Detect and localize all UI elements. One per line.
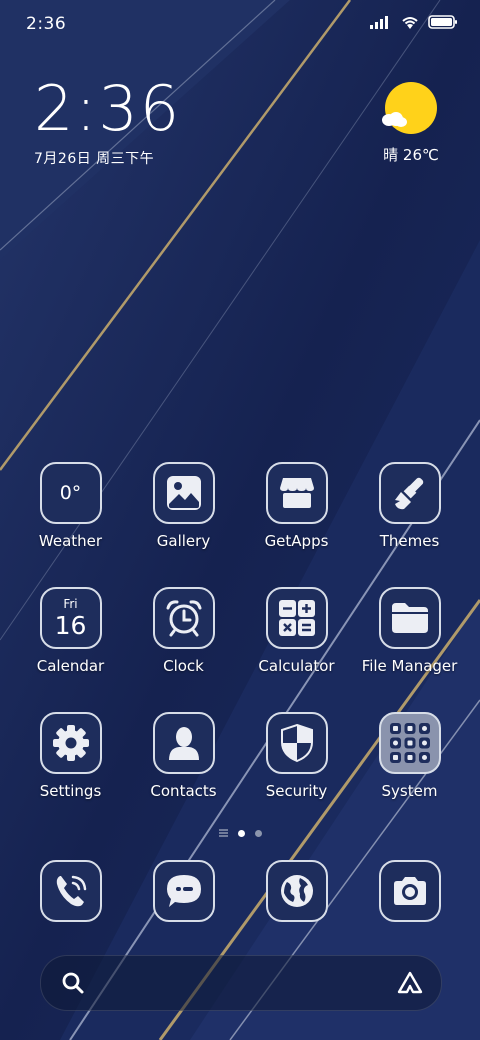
- app-contacts[interactable]: Contacts: [127, 712, 240, 837]
- weather-icon[interactable]: 0°: [39, 462, 102, 524]
- calculator-icon[interactable]: [265, 587, 328, 649]
- alarm-clock-icon[interactable]: [152, 587, 215, 649]
- app-clock[interactable]: Clock: [127, 587, 240, 712]
- status-bar: 2:36: [0, 0, 480, 50]
- dock: [14, 860, 466, 922]
- app-weather[interactable]: 0° Weather: [14, 462, 127, 587]
- clock-time: 2:36: [34, 72, 182, 145]
- app-label: System: [381, 782, 438, 800]
- dock-camera[interactable]: [353, 860, 466, 922]
- weather-text: 晴 26℃: [383, 146, 439, 164]
- signal-icon: [370, 16, 388, 29]
- app-label: Contacts: [150, 782, 217, 800]
- app-system-folder[interactable]: System: [353, 712, 466, 837]
- app-label: Calculator: [258, 657, 335, 675]
- status-time: 2:36: [26, 14, 67, 34]
- clock-widget[interactable]: 2:36 7月26日 周三下午: [34, 78, 181, 168]
- app-file-manager[interactable]: File Manager: [353, 587, 466, 712]
- app-label: Security: [265, 782, 328, 800]
- app-row: 0° Weather Gallery GetApps Themes: [14, 462, 466, 587]
- app-gallery[interactable]: Gallery: [127, 462, 240, 587]
- weather-icon-temp: 0°: [59, 482, 82, 504]
- assistant-icon[interactable]: [397, 971, 423, 995]
- gallery-icon[interactable]: [152, 462, 215, 524]
- dock-messages[interactable]: [127, 860, 240, 922]
- dock-browser[interactable]: [240, 860, 353, 922]
- clock-date: 7月26日 周三下午: [34, 151, 155, 167]
- weather-widget[interactable]: 晴 26℃: [376, 82, 446, 165]
- app-themes[interactable]: Themes: [353, 462, 466, 587]
- store-icon[interactable]: [265, 462, 328, 524]
- app-label: Calendar: [36, 657, 105, 675]
- battery-icon: [428, 15, 457, 29]
- browser-icon[interactable]: [265, 860, 328, 922]
- calendar-icon-date: 16: [54, 611, 87, 640]
- gear-icon[interactable]: [39, 712, 102, 774]
- camera-icon[interactable]: [378, 860, 441, 922]
- app-grid: 0° Weather Gallery GetApps Themes Fri 16…: [14, 462, 466, 837]
- partly-sunny-icon: [382, 82, 437, 134]
- app-label: Themes: [379, 532, 440, 550]
- app-security[interactable]: Security: [240, 712, 353, 837]
- app-label: Weather: [38, 532, 103, 550]
- brush-icon[interactable]: [378, 462, 441, 524]
- app-getapps[interactable]: GetApps: [240, 462, 353, 587]
- app-settings[interactable]: Settings: [14, 712, 127, 837]
- app-label: File Manager: [361, 657, 458, 675]
- page-indicator: [0, 829, 480, 837]
- page-dot[interactable]: [254, 829, 262, 837]
- wifi-icon: [402, 17, 418, 29]
- app-row: Settings Contacts Security System: [14, 712, 466, 837]
- app-label: Gallery: [156, 532, 211, 550]
- app-calendar[interactable]: Fri 16 Calendar: [14, 587, 127, 712]
- app-row: Fri 16 Calendar Clock Calculator File Ma…: [14, 587, 466, 712]
- search-bar[interactable]: [40, 955, 442, 1011]
- app-label: Clock: [163, 657, 204, 675]
- search-icon[interactable]: [61, 971, 85, 995]
- folder-grid-icon[interactable]: [378, 712, 441, 774]
- calendar-icon-day: Fri: [63, 597, 78, 611]
- app-label: Settings: [39, 782, 102, 800]
- calendar-icon[interactable]: Fri 16: [39, 587, 102, 649]
- shield-icon[interactable]: [265, 712, 328, 774]
- app-calculator[interactable]: Calculator: [240, 587, 353, 712]
- message-icon[interactable]: [152, 860, 215, 922]
- phone-icon[interactable]: [39, 860, 102, 922]
- app-label: GetApps: [264, 532, 329, 550]
- folder-icon[interactable]: [378, 587, 441, 649]
- menu-lines-icon: [218, 829, 228, 837]
- page-dot-active[interactable]: [237, 829, 245, 837]
- status-icons: [370, 14, 458, 30]
- person-icon[interactable]: [152, 712, 215, 774]
- dock-phone[interactable]: [14, 860, 127, 922]
